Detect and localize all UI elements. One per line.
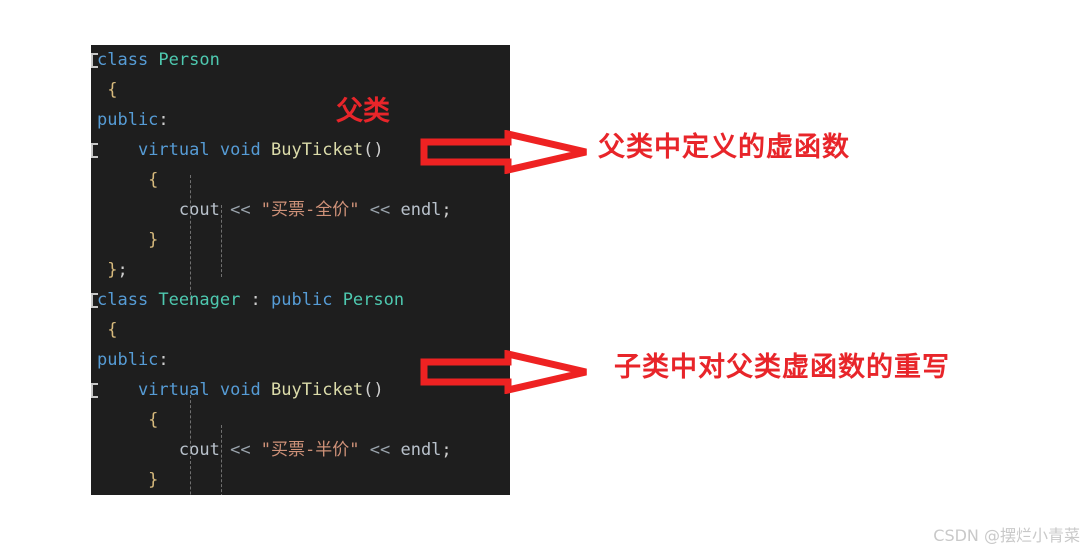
code-lines-container: class Person { public: virtual void BuyTi…	[91, 45, 510, 495]
code-token: <<	[219, 440, 261, 460]
annotation-arrow-parent	[420, 129, 590, 175]
indent-guide	[221, 425, 222, 495]
code-token: class	[97, 290, 159, 310]
code-token: public	[271, 290, 343, 310]
code-fold-marker-icon[interactable]	[91, 383, 98, 398]
code-token: void	[219, 140, 272, 160]
code-token: Person	[158, 50, 220, 70]
code-token: "买票-全价"	[260, 200, 360, 220]
code-token: <<	[359, 440, 401, 460]
code-token: }	[97, 260, 118, 280]
right-arrow-outline-icon	[420, 129, 587, 175]
code-token: ;	[117, 260, 128, 280]
code-fold-marker-icon[interactable]	[91, 143, 98, 158]
code-line: {	[91, 75, 510, 105]
indent-guide	[221, 205, 222, 277]
code-line: }	[91, 225, 510, 255]
code-token: cout	[178, 440, 220, 460]
code-token: {	[97, 80, 118, 100]
code-token: :	[158, 350, 169, 370]
code-token: virtual	[137, 140, 220, 160]
code-block: class Person { public: virtual void BuyTi…	[91, 45, 510, 495]
code-token: public	[97, 110, 159, 130]
code-token: {	[97, 410, 159, 430]
code-token: {	[97, 320, 118, 340]
annotation-arrow-child	[420, 349, 590, 395]
code-token: <<	[219, 200, 261, 220]
code-token: }	[97, 230, 159, 250]
code-line: {	[91, 315, 510, 345]
code-token: {	[97, 170, 159, 190]
code-token: ;	[441, 200, 452, 220]
code-line: };	[91, 255, 510, 285]
code-token: BuyTicket	[271, 140, 364, 160]
code-token: endl	[400, 440, 442, 460]
code-token: void	[219, 380, 272, 400]
annotation-note-parent-virtual: 父类中定义的虚函数	[598, 132, 850, 163]
code-token: :	[250, 290, 272, 310]
indent-guide	[190, 175, 191, 305]
code-token: public	[97, 350, 159, 370]
code-token: cout	[178, 200, 220, 220]
code-token: <<	[359, 200, 401, 220]
code-line: cout << "买票-全价" << endl;	[91, 195, 510, 225]
code-token: virtual	[137, 380, 220, 400]
code-token: endl	[400, 200, 442, 220]
right-arrow-outline-icon	[420, 349, 587, 395]
code-line: class Teenager : public Person	[91, 285, 510, 315]
code-fold-marker-icon[interactable]	[91, 293, 98, 308]
code-token: Teenager	[158, 290, 251, 310]
watermark: CSDN @摆烂小青菜	[933, 526, 1080, 545]
code-token: BuyTicket	[271, 380, 364, 400]
code-line: class Person	[91, 45, 510, 75]
code-token: ()	[363, 380, 384, 400]
code-token: }	[97, 470, 159, 490]
annotation-note-child-override: 子类中对父类虚函数的重写	[614, 352, 950, 383]
code-token: Person	[342, 290, 405, 310]
annotation-label-parent-class: 父类	[336, 96, 390, 127]
code-line: {	[91, 405, 510, 435]
code-line: }	[91, 465, 510, 495]
indent-guide	[190, 395, 191, 495]
code-token: class	[97, 50, 159, 70]
code-token: :	[158, 110, 169, 130]
code-token: ;	[441, 440, 452, 460]
code-token: "买票-半价"	[260, 440, 360, 460]
code-line: cout << "买票-半价" << endl;	[91, 435, 510, 465]
code-fold-marker-icon[interactable]	[91, 53, 98, 68]
code-token: ()	[363, 140, 384, 160]
